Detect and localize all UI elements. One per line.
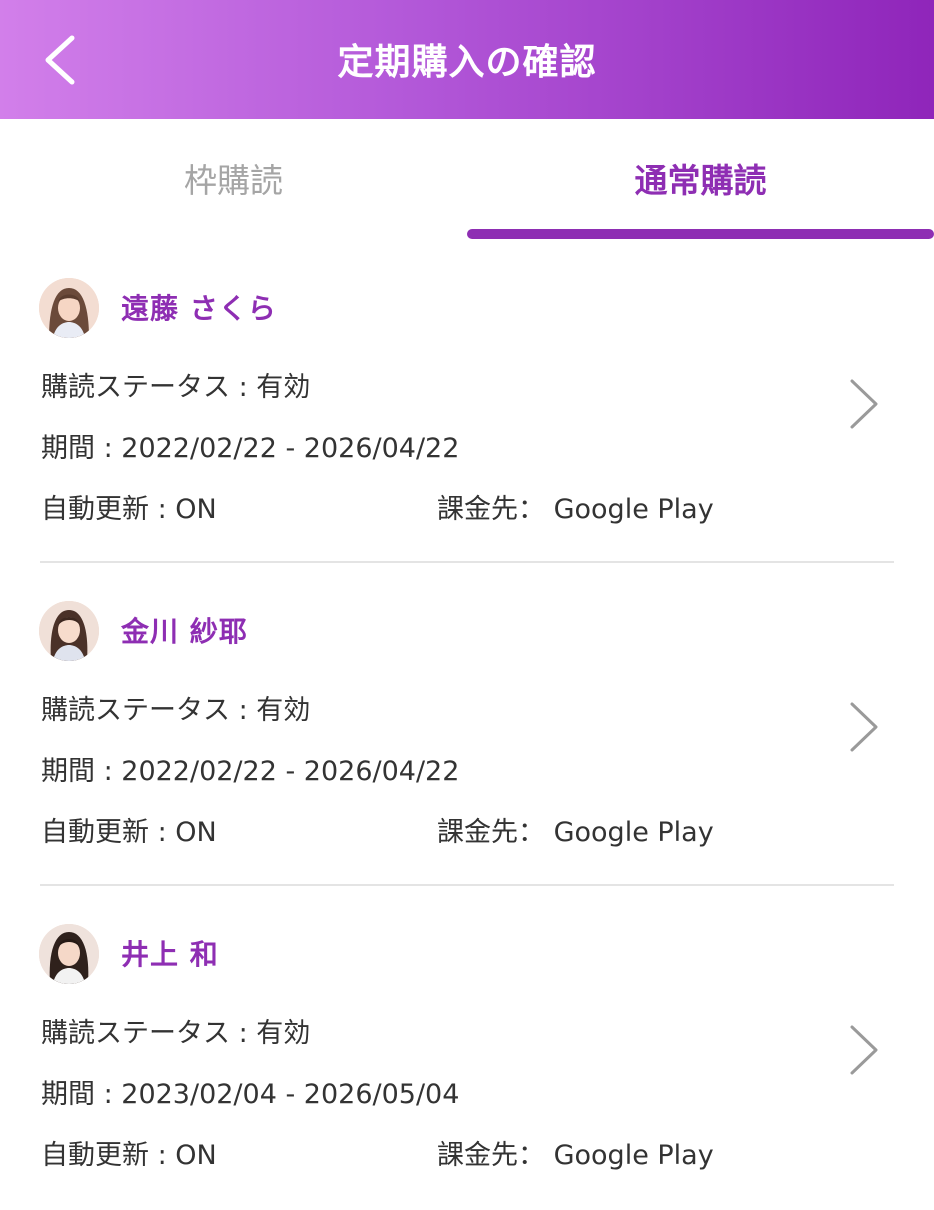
status-value: 有効 [256,372,311,403]
billing-destination: 課金先： Google Play [437,494,714,525]
chevron-right-icon[interactable] [848,377,880,431]
billing-destination: 課金先： Google Play [437,817,714,848]
subscription-period: 期間 : 2022/02/22 - 2026/04/22 [41,433,460,464]
subscription-list: 遠藤 さくら 購読ステータス : 有効 期間 : 2022/02/22 - 20… [0,241,934,1210]
subscription-item[interactable]: 遠藤 さくら 購読ステータス : 有効 期間 : 2022/02/22 - 20… [0,241,934,564]
subscription-period: 期間 : 2022/02/22 - 2026/04/22 [41,756,460,787]
avatar [39,924,99,984]
active-tab-indicator [467,229,934,239]
auto-renew: 自動更新 : ON [41,1140,217,1171]
period-value: 2022/02/22 - 2026/04/22 [121,756,460,787]
divider [40,884,894,886]
auto-renew-value: ON [175,494,217,525]
billing-value: Google Play [553,1140,714,1171]
auto-renew-value: ON [175,1140,217,1171]
billing-destination: 課金先： Google Play [437,1140,714,1171]
subscription-period: 期間 : 2023/02/04 - 2026/05/04 [41,1079,460,1110]
tab-bar: 枠購読 通常購読 [0,119,934,241]
period-value: 2023/02/04 - 2026/05/04 [121,1079,460,1110]
subscription-status: 購読ステータス : 有効 [41,372,311,403]
avatar [39,601,99,661]
billing-value: Google Play [553,494,714,525]
divider [40,561,894,563]
status-value: 有効 [256,1018,311,1049]
page-title: 定期購入の確認 [337,42,597,83]
subscription-item[interactable]: 金川 紗耶 購読ステータス : 有効 期間 : 2022/02/22 - 202… [0,564,934,887]
avatar [39,278,99,338]
auto-renew: 自動更新 : ON [41,817,217,848]
member-name: 金川 紗耶 [121,615,248,648]
member-name: 遠藤 さくら [121,292,277,325]
tab-frame-subscription[interactable]: 枠購読 [0,119,467,241]
chevron-right-icon[interactable] [848,1023,880,1077]
member-name: 井上 和 [121,938,219,971]
auto-renew-value: ON [175,817,217,848]
subscription-status: 購読ステータス : 有効 [41,1018,311,1049]
subscription-status: 購読ステータス : 有効 [41,695,311,726]
billing-value: Google Play [553,817,714,848]
period-value: 2022/02/22 - 2026/04/22 [121,433,460,464]
subscription-item[interactable]: 井上 和 購読ステータス : 有効 期間 : 2023/02/04 - 2026… [0,887,934,1210]
app-header: 定期購入の確認 [0,0,934,119]
status-value: 有効 [256,695,311,726]
tab-regular-subscription[interactable]: 通常購読 [467,119,934,241]
chevron-right-icon[interactable] [848,700,880,754]
auto-renew: 自動更新 : ON [41,494,217,525]
